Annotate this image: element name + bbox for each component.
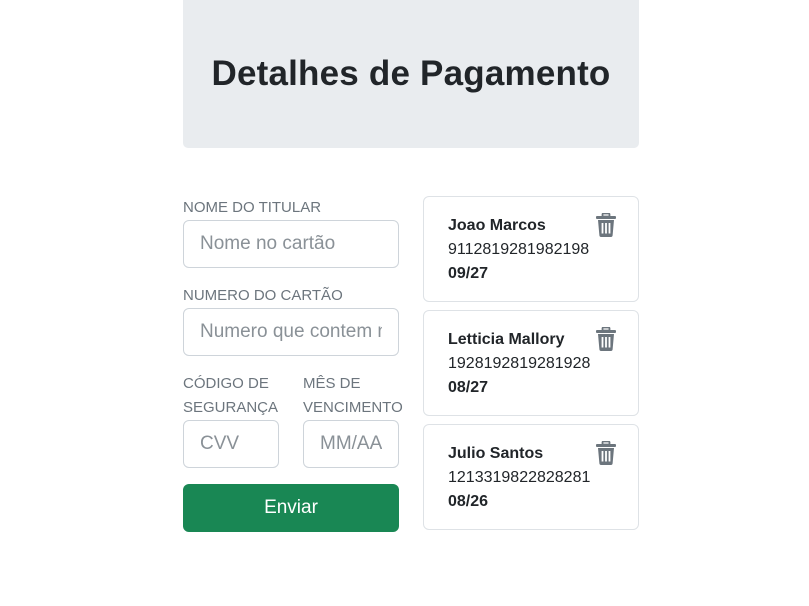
payment-form: NOME DO TITULAR NUMERO DO CARTÃO CÓDIGO … bbox=[183, 196, 403, 532]
saved-cards-list: Joao Marcos 9112819281982198 09/27 Letti… bbox=[423, 196, 639, 538]
holder-name-input[interactable] bbox=[183, 220, 399, 268]
cvv-group: CÓDIGO DE SEGURANÇA bbox=[183, 372, 279, 468]
card-expiry: 08/27 bbox=[448, 379, 489, 396]
trash-icon[interactable] bbox=[596, 327, 616, 351]
holder-label: NOME DO TITULAR bbox=[183, 199, 322, 216]
holder-group: NOME DO TITULAR bbox=[183, 196, 399, 268]
card-holder-name: Letticia Mallory bbox=[448, 331, 565, 348]
cvv-input[interactable] bbox=[183, 420, 279, 468]
card-expiry: 08/26 bbox=[448, 493, 489, 510]
card-item: Letticia Mallory 1928192819281928 08/27 bbox=[423, 310, 639, 416]
expiry-group: MÊS DE VENCIMENTO bbox=[303, 372, 403, 468]
security-row: CÓDIGO DE SEGURANÇA MÊS DE VENCIMENTO bbox=[183, 372, 403, 468]
card-number-input[interactable] bbox=[183, 308, 399, 356]
card-number: 1928192819281928 bbox=[448, 355, 591, 372]
trash-icon[interactable] bbox=[596, 213, 616, 237]
card-number-label: NUMERO DO CARTÃO bbox=[183, 287, 343, 304]
card-item: Julio Santos 1213319822828281 08/26 bbox=[423, 424, 639, 530]
trash-icon[interactable] bbox=[596, 441, 616, 465]
card-holder-name: Joao Marcos bbox=[448, 217, 546, 234]
submit-button[interactable]: Enviar bbox=[183, 484, 399, 532]
card-holder-name: Julio Santos bbox=[448, 445, 544, 462]
expiry-input[interactable] bbox=[303, 420, 399, 468]
page-title: Detalhes de Pagamento bbox=[211, 54, 611, 93]
card-number: 1213319822828281 bbox=[448, 469, 591, 486]
number-group: NUMERO DO CARTÃO bbox=[183, 284, 399, 356]
expiry-label: MÊS DE VENCIMENTO bbox=[303, 375, 403, 416]
card-expiry: 09/27 bbox=[448, 265, 489, 282]
card-item: Joao Marcos 9112819281982198 09/27 bbox=[423, 196, 639, 302]
cvv-label: CÓDIGO DE SEGURANÇA bbox=[183, 375, 279, 416]
card-number: 9112819281982198 bbox=[448, 241, 590, 258]
page-header: Detalhes de Pagamento bbox=[183, 0, 639, 148]
